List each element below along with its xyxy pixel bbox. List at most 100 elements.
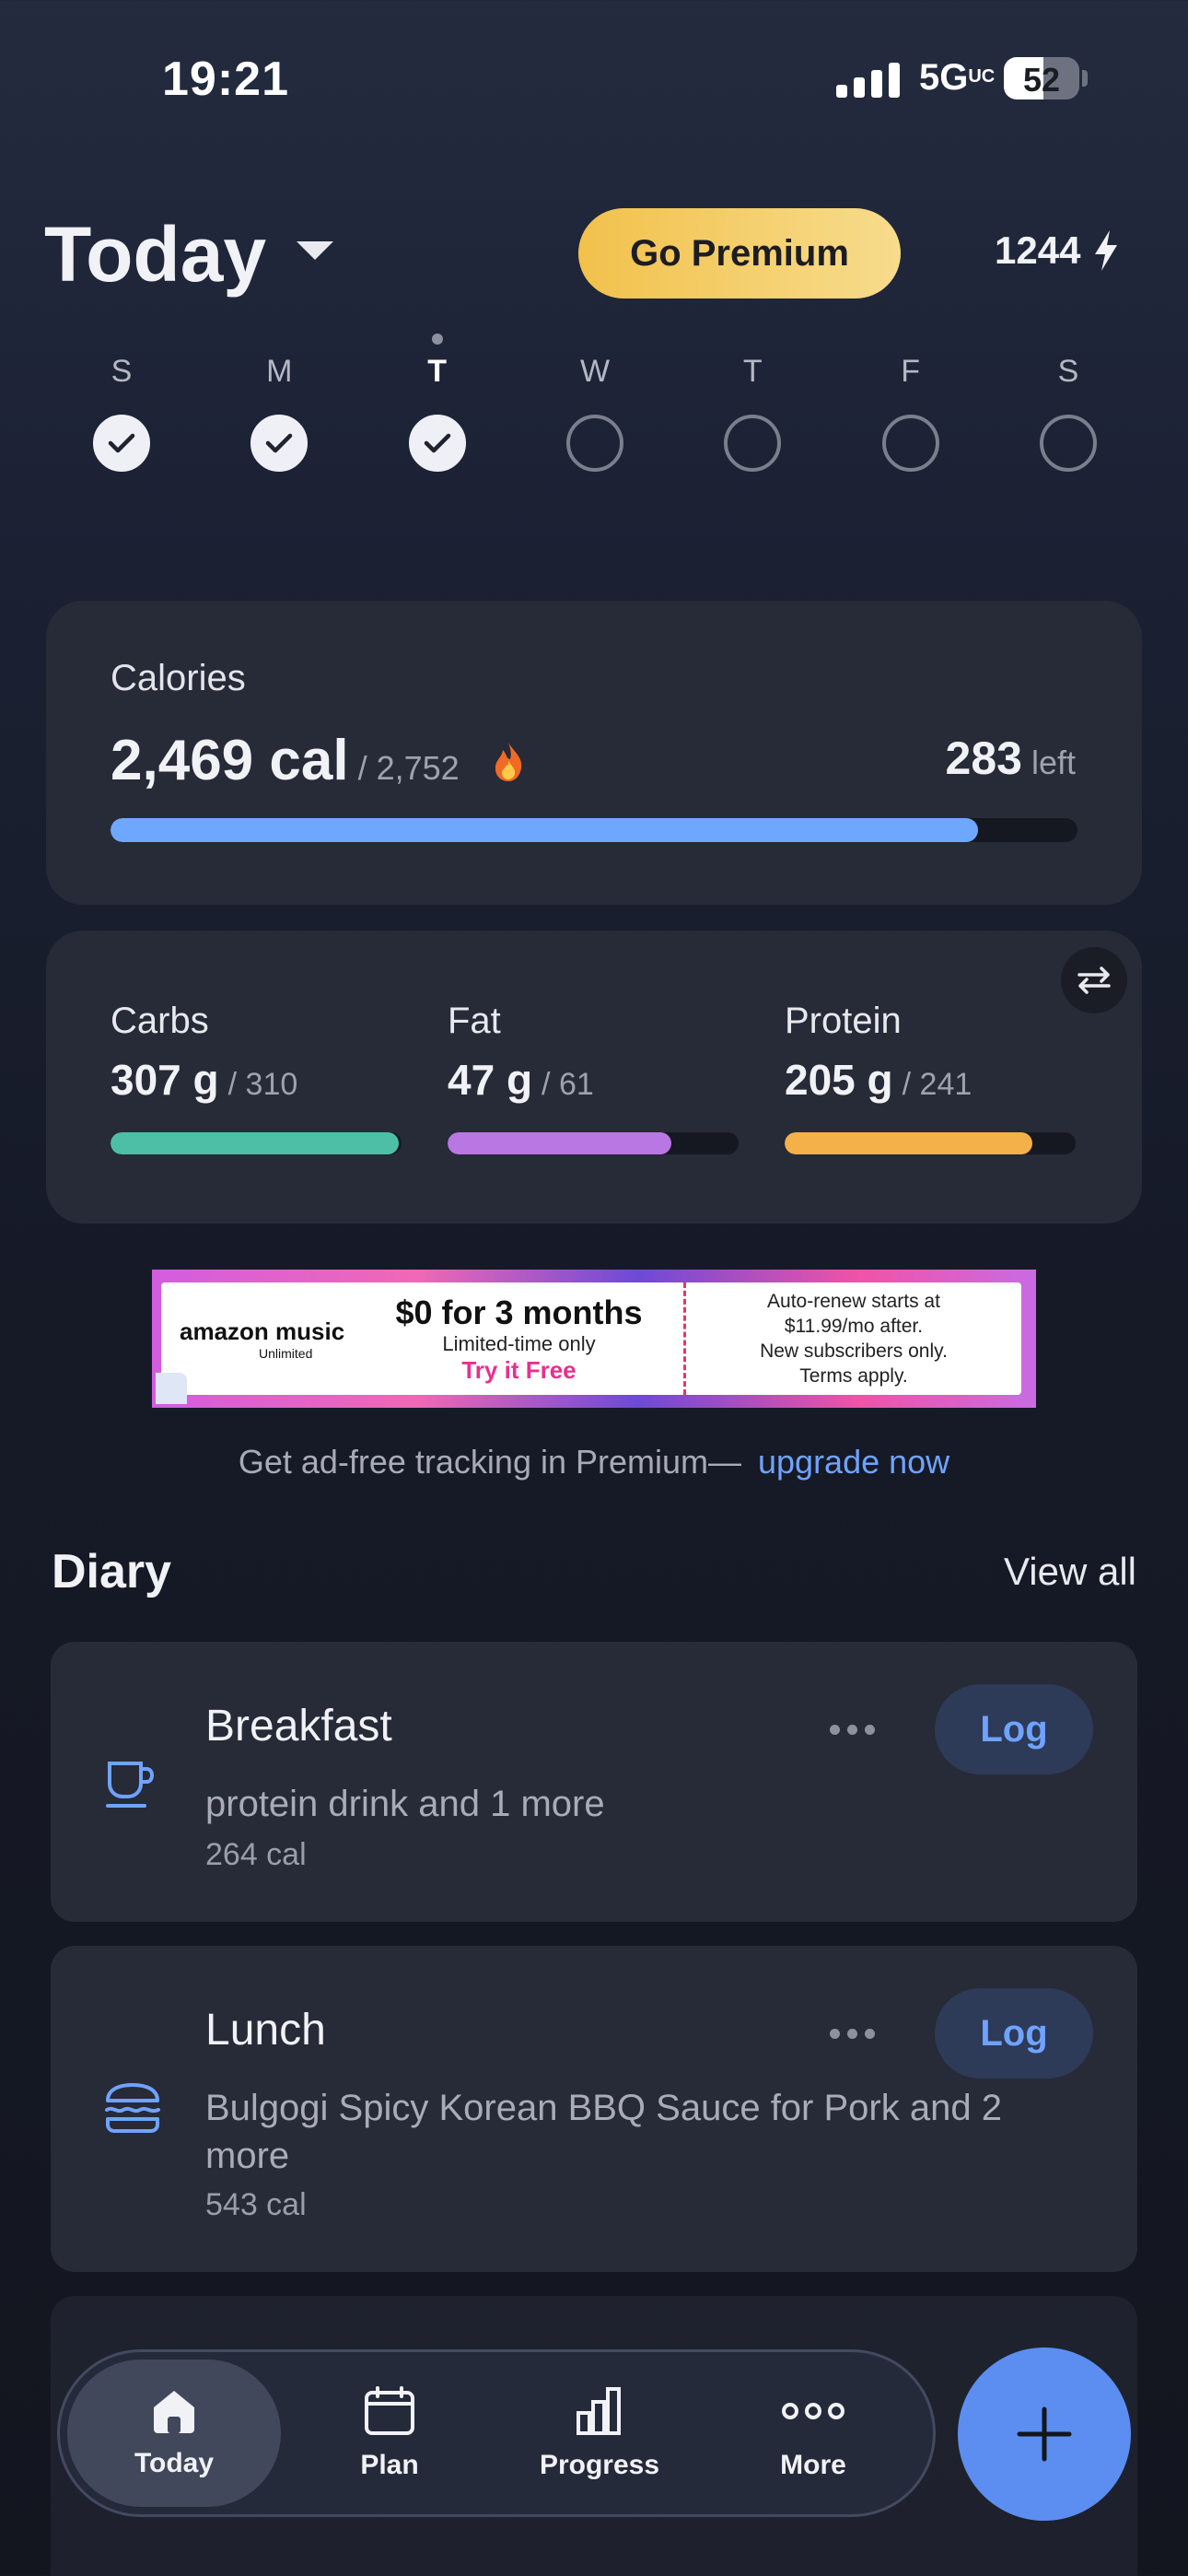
- ad-choices-icon[interactable]: [156, 1373, 187, 1404]
- day-1[interactable]: M: [215, 354, 344, 472]
- tab-label: Today: [134, 2448, 215, 2478]
- empty-circle-icon: [881, 415, 939, 472]
- network-label: 5G: [919, 57, 969, 98]
- macro-amount: 205 g: [785, 1056, 893, 1104]
- day-label: M: [266, 354, 293, 389]
- calories-progress-fill: [111, 818, 978, 842]
- log-breakfast-button[interactable]: Log: [935, 1684, 1093, 1774]
- day-3[interactable]: W: [530, 354, 659, 472]
- chevron-down-icon[interactable]: [297, 241, 333, 260]
- go-premium-button[interactable]: Go Premium: [578, 208, 901, 299]
- calories-left-label: left: [1031, 744, 1076, 781]
- status-time: 19:21: [162, 53, 289, 106]
- ad-cta[interactable]: Try it Free: [461, 1356, 576, 1385]
- macro-goal: / 310: [227, 1067, 298, 1102]
- signal-icon: [836, 61, 901, 98]
- day-label: T: [742, 354, 763, 389]
- macro-name: Fat: [448, 1001, 501, 1041]
- ad-brand: amazon music Unlimited: [161, 1282, 355, 1395]
- calories-left-value: 283: [945, 732, 1022, 784]
- macros-card[interactable]: Carbs 307 g/ 310 Fat 47 g / 61 Protein 205 g / …: [46, 931, 1142, 1224]
- ad-banner[interactable]: amazon music Unlimited $0 for 3 months L…: [152, 1270, 1036, 1408]
- day-label: S: [111, 354, 133, 389]
- macro-value: 307 g/ 310: [111, 1055, 402, 1105]
- battery-tip: [1082, 70, 1088, 87]
- calories-consumed-value: 2,469 cal: [111, 729, 349, 792]
- day-5[interactable]: F: [846, 354, 975, 472]
- tab-label: Plan: [360, 2450, 419, 2480]
- macro-progress-bar: [785, 1132, 1076, 1154]
- macro-protein: Protein 205 g / 241: [785, 1001, 1076, 1154]
- calendar-icon: [365, 2386, 414, 2435]
- tab-label: Progress: [539, 2450, 660, 2480]
- calories-consumed: 2,469 cal/ 2,752: [111, 728, 527, 793]
- ad-offer-block: $0 for 3 months Limited-time only Try it…: [355, 1282, 686, 1395]
- meal-card-lunch[interactable]: Lunch Log Bulgogi Spicy Korean BBQ Sauce…: [51, 1946, 1137, 2272]
- calories-left: 283 left: [946, 732, 1076, 785]
- lightning-icon: [1095, 230, 1118, 271]
- macro-value: 205 g / 241: [785, 1055, 1076, 1105]
- meal-card-breakfast[interactable]: Breakfast Log protein drink and 1 more 2…: [51, 1642, 1137, 1922]
- add-button[interactable]: [958, 2348, 1131, 2521]
- macro-fat: Fat 47 g / 61: [448, 1001, 739, 1154]
- macro-amount: 307 g: [111, 1056, 219, 1104]
- check-circle-icon: [250, 415, 309, 472]
- battery-level: 52: [1022, 61, 1061, 99]
- empty-circle-icon: [565, 415, 623, 472]
- macro-name: Protein: [785, 1001, 902, 1041]
- meal-calories: 543 cal: [205, 2187, 307, 2222]
- day-label: W: [579, 354, 611, 389]
- calories-progress-bar: [111, 818, 1077, 842]
- log-lunch-button[interactable]: Log: [935, 1988, 1093, 2078]
- premium-promo: Get ad-free tracking in Premium— upgrade …: [0, 1443, 1188, 1481]
- calories-label: Calories: [111, 658, 246, 698]
- day-4[interactable]: T: [688, 354, 817, 472]
- bar-chart-icon: [577, 2387, 621, 2435]
- tab-more[interactable]: More: [706, 2359, 920, 2507]
- check-circle-icon: [408, 415, 466, 472]
- home-icon: [154, 2391, 194, 2433]
- promo-text: Get ad-free tracking in Premium—: [238, 1443, 741, 1481]
- calories-goal: / 2,752: [357, 749, 460, 787]
- view-all-link[interactable]: View all: [1004, 1550, 1136, 1594]
- burger-icon: [105, 2083, 160, 2133]
- macro-goal: / 241: [902, 1067, 973, 1102]
- today-dot: [431, 334, 443, 345]
- macro-value: 47 g / 61: [448, 1055, 739, 1105]
- plus-icon: [1017, 2406, 1072, 2462]
- tab-today[interactable]: Today: [67, 2359, 281, 2507]
- macro-goal: / 61: [542, 1067, 594, 1102]
- ad-terms: Auto-renew starts at $11.99/mo after. Ne…: [760, 1291, 948, 1387]
- streak-counter[interactable]: 1244: [995, 228, 1119, 273]
- more-options-icon[interactable]: [830, 2029, 875, 2039]
- ad-brand-sub: Unlimited: [259, 1345, 313, 1361]
- page-title[interactable]: Today: [44, 210, 266, 299]
- check-circle-icon: [93, 415, 150, 472]
- network-indicator: 5GUC: [919, 57, 995, 99]
- macro-progress-fill: [448, 1132, 672, 1154]
- meal-calories: 264 cal: [205, 1837, 307, 1872]
- macro-name: Carbs: [111, 1001, 209, 1041]
- day-6[interactable]: S: [1004, 354, 1133, 472]
- more-options-icon[interactable]: [830, 1725, 875, 1735]
- empty-circle-icon: [724, 415, 782, 472]
- day-label: F: [901, 354, 921, 389]
- tab-plan[interactable]: Plan: [283, 2359, 496, 2507]
- meal-name: Lunch: [205, 2006, 326, 2055]
- calories-card[interactable]: Calories 2,469 cal/ 2,752 283 left: [46, 601, 1142, 905]
- diary-title: Diary: [52, 1545, 172, 1598]
- more-dots-icon: [782, 2403, 844, 2419]
- meal-description: Bulgogi Spicy Korean BBQ Sauce for Pork …: [205, 2088, 1002, 2176]
- meal-description: protein drink and 1 more: [205, 1784, 605, 1824]
- ad-limited: Limited-time only: [442, 1331, 596, 1355]
- tab-label: More: [780, 2450, 846, 2480]
- streak-count: 1244: [995, 228, 1081, 272]
- day-0[interactable]: S: [57, 354, 186, 472]
- tab-progress[interactable]: Progress: [493, 2359, 706, 2507]
- empty-circle-icon: [1039, 415, 1097, 472]
- day-2[interactable]: T: [373, 334, 502, 472]
- bottom-tab-bar: Today Plan Progress More: [57, 2349, 936, 2517]
- week-strip: SMTWTFS: [57, 334, 1133, 472]
- ad-content[interactable]: amazon music Unlimited $0 for 3 months L…: [161, 1282, 1021, 1395]
- upgrade-link[interactable]: upgrade now: [758, 1443, 949, 1481]
